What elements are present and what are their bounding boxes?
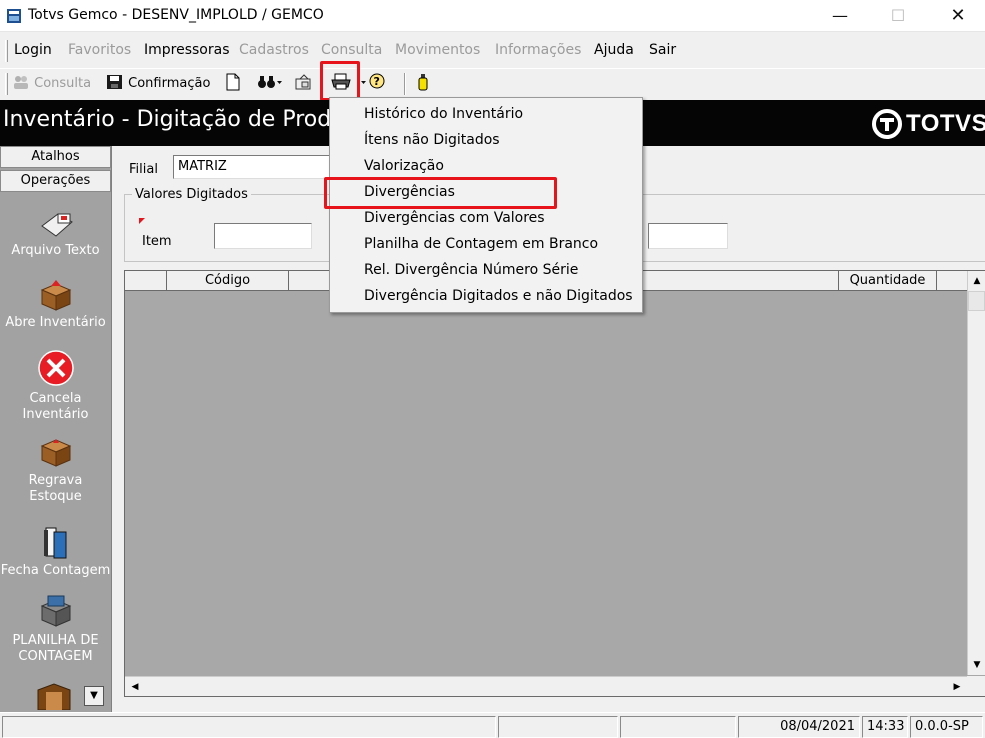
status-bar: 08/04/2021 14:33 0.0.0-SP bbox=[0, 712, 985, 738]
books-icon bbox=[43, 527, 66, 559]
filial-field[interactable]: MATRIZ bbox=[173, 155, 333, 179]
screen-title: Inventário - Digitação de Produtos bbox=[3, 107, 379, 132]
menu-favoritos[interactable]: Favoritos bbox=[68, 42, 131, 58]
fecha-contagem-label: Fecha Contagem bbox=[0, 563, 111, 578]
status-version: 0.0.0-SP bbox=[910, 716, 983, 738]
confirmacao-label: Confirmação bbox=[128, 76, 211, 91]
maximize-button[interactable]: ☐ bbox=[875, 0, 921, 32]
grid-header-selector[interactable] bbox=[125, 271, 167, 291]
tab-operacoes[interactable]: Operações bbox=[0, 170, 111, 192]
cancela-inventario-label: Cancela Inventário bbox=[22, 391, 89, 422]
open-box-icon bbox=[40, 280, 71, 311]
menu-cadastros[interactable]: Cadastros bbox=[239, 42, 309, 58]
scroll-corner bbox=[967, 676, 985, 696]
regrava-estoque-label: Regrava Estoque bbox=[28, 473, 83, 504]
grid-header-codigo[interactable]: Código bbox=[167, 271, 289, 291]
totvs-logo-icon bbox=[872, 109, 902, 139]
consulta-button[interactable]: Consulta bbox=[12, 73, 91, 95]
regrava-estoque-button[interactable]: Regrava Estoque bbox=[0, 436, 111, 505]
toolbar-separator bbox=[404, 73, 406, 95]
bottle-icon bbox=[418, 74, 428, 91]
grid-vertical-scrollbar[interactable]: ▲ ▼ bbox=[967, 271, 985, 675]
menu-consulta[interactable]: Consulta bbox=[321, 42, 382, 58]
grid-header-quantidade[interactable]: Quantidade bbox=[839, 271, 937, 291]
sidebar: Atalhos Operações Arquivo Texto Abre Inv… bbox=[0, 146, 112, 712]
status-panel-main bbox=[2, 716, 496, 738]
export-button[interactable] bbox=[294, 73, 314, 95]
menu-sair[interactable]: Sair bbox=[649, 42, 676, 58]
print-button-highlight bbox=[320, 61, 360, 101]
arquivo-texto-label: Arquivo Texto bbox=[11, 243, 100, 258]
text-file-icon bbox=[40, 213, 73, 237]
valores-digitados-title: Valores Digitados bbox=[132, 187, 251, 202]
scroll-down-arrow-icon[interactable]: ▼ bbox=[969, 657, 985, 673]
status-panel-3 bbox=[620, 716, 736, 738]
minimize-button[interactable]: — bbox=[817, 0, 863, 32]
menu-bar: Login Favoritos Impressoras Cadastros Co… bbox=[0, 36, 985, 66]
consulta-label: Consulta bbox=[34, 76, 92, 91]
app-icon bbox=[7, 9, 21, 23]
help-button[interactable]: ? bbox=[360, 73, 388, 95]
products-grid[interactable]: Código Quantidade ▲ ▼ ◀ ▶ bbox=[124, 270, 985, 697]
grid-horizontal-scrollbar[interactable]: ◀ ▶ bbox=[125, 676, 967, 696]
new-document-button[interactable] bbox=[225, 73, 241, 95]
menu-item-divergencia-digitados[interactable]: Divergência Digitados e não Digitados bbox=[364, 285, 633, 307]
menubar-grip bbox=[5, 40, 8, 62]
menu-item-divergencias-com-valores[interactable]: Divergências com Valores bbox=[364, 207, 545, 229]
menu-item-valorizacao[interactable]: Valorização bbox=[364, 155, 444, 177]
fecha-contagem-button[interactable]: Fecha Contagem bbox=[0, 524, 111, 579]
arquivo-texto-button[interactable]: Arquivo Texto bbox=[0, 208, 111, 259]
bottle-button[interactable] bbox=[416, 73, 430, 95]
archive-box-icon[interactable] bbox=[34, 680, 74, 710]
scroll-right-arrow-icon[interactable]: ▶ bbox=[949, 679, 965, 695]
filial-label: Filial bbox=[129, 162, 158, 177]
save-icon bbox=[107, 75, 122, 89]
scroll-left-arrow-icon[interactable]: ◀ bbox=[127, 679, 143, 695]
totvs-brand: TOTVS bbox=[906, 110, 985, 137]
toolbar-grip bbox=[5, 73, 8, 95]
menu-item-rel-divergencia-numero-serie[interactable]: Rel. Divergência Número Série bbox=[364, 259, 578, 281]
svg-text:?: ? bbox=[374, 75, 380, 88]
spreadsheet-icon bbox=[40, 595, 71, 627]
secondary-value-field[interactable] bbox=[648, 223, 728, 249]
confirmacao-button[interactable]: Confirmação bbox=[106, 73, 210, 95]
tab-atalhos[interactable]: Atalhos bbox=[0, 146, 111, 168]
menu-item-planilha-contagem-branco[interactable]: Planilha de Contagem em Branco bbox=[364, 233, 598, 255]
status-date: 08/04/2021 bbox=[738, 716, 860, 738]
menu-item-itens-nao-digitados[interactable]: Ítens não Digitados bbox=[364, 129, 500, 151]
menu-ajuda[interactable]: Ajuda bbox=[594, 42, 634, 58]
folder-export-icon bbox=[295, 74, 311, 90]
sidebar-scroll-down-button[interactable]: ▼ bbox=[84, 686, 104, 706]
window-title: Totvs Gemco - DESENV_IMPLOLD / GEMCO bbox=[28, 7, 324, 23]
scroll-thumb[interactable] bbox=[968, 291, 985, 311]
menu-login[interactable]: Login bbox=[14, 42, 52, 58]
cancela-inventario-button[interactable]: Cancela Inventário bbox=[0, 350, 111, 423]
box-icon bbox=[40, 439, 71, 467]
item-label: Item bbox=[142, 234, 172, 249]
menu-movimentos[interactable]: Movimentos bbox=[395, 42, 480, 58]
abre-inventario-button[interactable]: Abre Inventário bbox=[0, 278, 111, 331]
search-button[interactable] bbox=[257, 73, 283, 95]
item-field[interactable] bbox=[214, 223, 312, 249]
required-marker-icon bbox=[139, 218, 145, 224]
menu-informacoes[interactable]: Informações bbox=[495, 42, 581, 58]
status-panel-2 bbox=[498, 716, 618, 738]
toolbar: Consulta Confirmação ? bbox=[0, 68, 985, 98]
people-icon bbox=[14, 76, 28, 89]
help-icon: ? bbox=[361, 73, 385, 89]
scroll-up-arrow-icon[interactable]: ▲ bbox=[969, 273, 985, 289]
cancel-icon bbox=[37, 350, 74, 386]
document-icon bbox=[226, 73, 240, 91]
menu-item-historico-inventario[interactable]: Histórico do Inventário bbox=[364, 103, 523, 125]
binoculars-icon bbox=[258, 76, 282, 88]
abre-inventario-label: Abre Inventário bbox=[5, 315, 106, 330]
planilha-contagem-label: PLANILHA DE CONTAGEM bbox=[12, 633, 99, 664]
status-time: 14:33 bbox=[862, 716, 908, 738]
menu-impressoras[interactable]: Impressoras bbox=[144, 42, 230, 58]
title-bar: Totvs Gemco - DESENV_IMPLOLD / GEMCO — ☐… bbox=[0, 0, 985, 32]
divergencias-highlight bbox=[324, 177, 557, 209]
close-button[interactable]: ✕ bbox=[935, 0, 981, 32]
planilha-contagem-button[interactable]: PLANILHA DE CONTAGEM bbox=[0, 594, 111, 665]
